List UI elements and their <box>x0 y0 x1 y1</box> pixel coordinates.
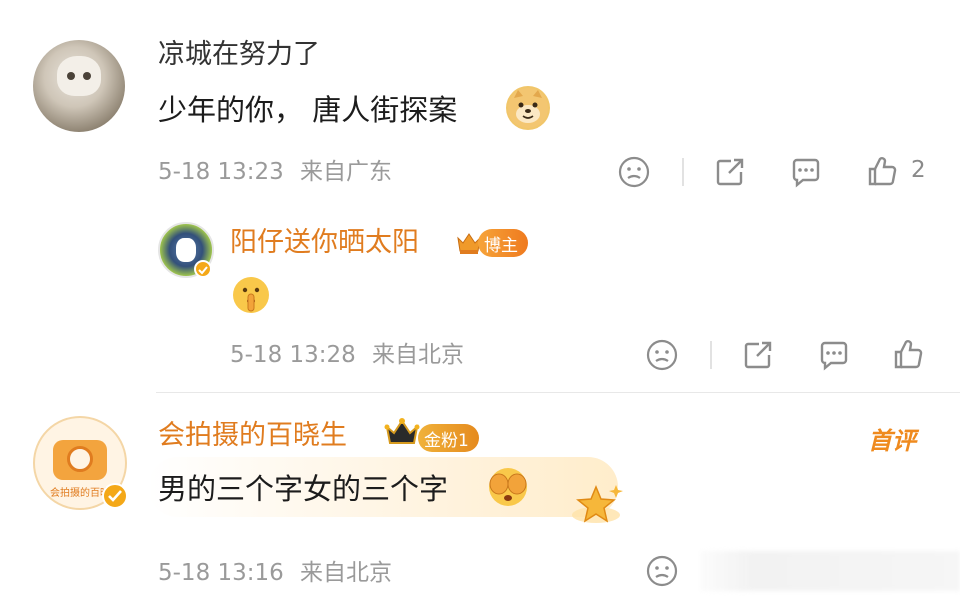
comment-username[interactable]: 凉城在努力了 <box>158 38 320 72</box>
shush-emoji-icon <box>230 274 272 316</box>
dislike-icon[interactable] <box>614 152 654 192</box>
gold-fan-badge-label: 金粉1 <box>424 430 469 451</box>
verified-icon <box>194 260 212 278</box>
comment-text: 少年的你， 唐人街探案 <box>158 93 458 127</box>
comment-location: 来自北京 <box>300 560 392 586</box>
dislike-icon[interactable] <box>642 335 682 375</box>
verified-icon <box>102 483 128 509</box>
reply-username[interactable]: 阳仔送你晒太阳 <box>230 226 419 260</box>
comment-username[interactable]: 会拍摄的百晓生 <box>158 419 347 453</box>
reply-location: 来自北京 <box>372 342 464 368</box>
comment-location: 来自广东 <box>300 159 392 185</box>
like-icon[interactable] <box>862 152 902 192</box>
reply-1: 阳仔送你晒太阳 博主 5-18 13:28 来自北京 <box>0 200 960 390</box>
action-divider <box>710 341 712 369</box>
reply-time: 5-18 13:28 <box>230 342 356 368</box>
blogger-badge: 博主 <box>478 229 528 257</box>
like-count: 2 <box>911 157 926 183</box>
comment-time: 5-18 13:16 <box>158 560 284 586</box>
share-icon[interactable] <box>738 335 778 375</box>
blogger-badge-label: 博主 <box>484 235 518 256</box>
share-icon[interactable] <box>710 152 750 192</box>
comment-3: 会拍摄的百晓 会拍摄的百晓生 金粉1 首评 男的三个字女的三个字 5-18 13… <box>0 393 960 597</box>
covering-eyes-emoji-icon <box>486 465 530 509</box>
comment-text: 男的三个字女的三个字 <box>158 472 449 506</box>
gold-fan-badge: 金粉1 <box>418 424 479 452</box>
blurred-actions <box>700 551 960 591</box>
sparkle-star-icon <box>568 481 624 527</box>
crown-icon <box>384 417 420 447</box>
avatar[interactable] <box>33 40 125 132</box>
dislike-icon[interactable] <box>642 551 682 591</box>
first-comment-tag: 首评 <box>868 421 916 456</box>
like-icon[interactable] <box>888 335 928 375</box>
doge-emoji-icon <box>506 86 550 130</box>
comment-time: 5-18 13:23 <box>158 159 284 185</box>
comment-1: 凉城在努力了 少年的你， 唐人街探案 5-18 13:23 来自广东 2 <box>0 0 960 200</box>
action-divider <box>682 158 684 186</box>
comment-icon[interactable] <box>786 152 826 192</box>
first-comment-tag-label: 首评 <box>868 427 916 455</box>
comment-icon[interactable] <box>814 335 854 375</box>
